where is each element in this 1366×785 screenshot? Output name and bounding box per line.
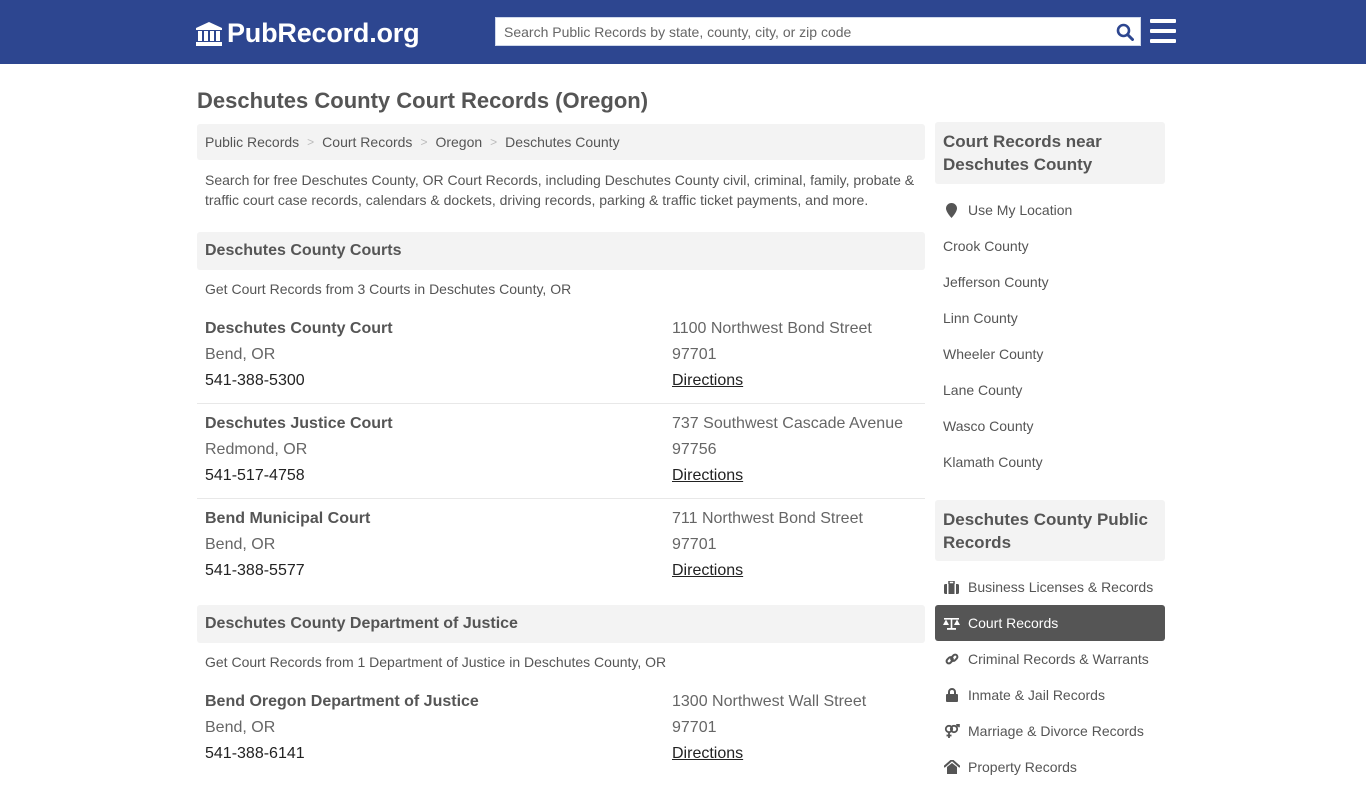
breadcrumb-separator: > [490, 135, 498, 149]
sidebar-item-label: Inmate & Jail Records [968, 687, 1105, 703]
directions-link[interactable]: Directions [672, 562, 743, 579]
record-zip: 97701 [672, 536, 717, 553]
record-address: 711 Northwest Bond Street [672, 510, 863, 527]
bank-icon [196, 21, 222, 46]
breadcrumb-separator: > [420, 135, 428, 149]
sidebar-public-records-heading: Deschutes County Public Records [935, 500, 1165, 561]
record-city: Redmond, OR [205, 441, 308, 458]
record-phone[interactable]: 541-517-4758 [205, 463, 393, 489]
nearby-county-link[interactable]: Lane County [935, 372, 1165, 408]
briefcase-icon [943, 579, 960, 595]
search-icon [1116, 23, 1134, 41]
sidebar-item-inmate-records[interactable]: Inmate & Jail Records [935, 677, 1165, 713]
sidebar-item-label: Criminal Records & Warrants [968, 651, 1149, 667]
record-phone[interactable]: 541-388-6141 [205, 741, 479, 767]
sidebar-item-label: Court Records [968, 615, 1059, 631]
directions-link[interactable]: Directions [672, 372, 743, 389]
record-phone[interactable]: 541-388-5300 [205, 368, 393, 394]
breadcrumb-oregon[interactable]: Oregon [435, 134, 482, 150]
breadcrumb-deschutes-county[interactable]: Deschutes County [505, 134, 619, 150]
record-name: Deschutes Justice Court [205, 415, 393, 432]
nearby-county-link[interactable]: Wheeler County [935, 336, 1165, 372]
link-icon [943, 651, 960, 667]
record-city: Bend, OR [205, 346, 276, 363]
menu-bar [1150, 19, 1176, 23]
top-navbar: PubRecord.org [0, 0, 1366, 64]
nearby-county-link[interactable]: Wasco County [935, 408, 1165, 444]
record-zip: 97756 [672, 441, 717, 458]
breadcrumb-public-records[interactable]: Public Records [205, 134, 299, 150]
record-phone[interactable]: 541-388-5577 [205, 558, 370, 584]
sidebar-item-property-records[interactable]: Property Records [935, 749, 1165, 785]
lock-icon [943, 687, 960, 703]
page-title: Deschutes County Court Records (Oregon) [197, 88, 649, 113]
menu-bar [1150, 29, 1176, 33]
menu-bar [1150, 39, 1176, 43]
section-heading-courts: Deschutes County Courts [197, 232, 925, 270]
site-logo[interactable]: PubRecord.org [195, 18, 420, 49]
record-city: Bend, OR [205, 536, 276, 553]
court-record: Deschutes County Court Bend, OR 541-388-… [197, 316, 925, 404]
logo-text: PubRecord.org [227, 18, 420, 48]
record-address: 1300 Northwest Wall Street [672, 693, 867, 710]
sidebar-item-label: Property Records [968, 759, 1077, 775]
use-my-location-link[interactable]: Use My Location [935, 192, 1165, 228]
record-zip: 97701 [672, 346, 717, 363]
breadcrumb: Public Records > Court Records > Oregon … [197, 124, 925, 160]
record-address: 1100 Northwest Bond Street [672, 320, 872, 337]
search-button[interactable] [1110, 18, 1140, 45]
sidebar-nearby-heading: Court Records near Deschutes County [935, 122, 1165, 184]
search-bar [495, 17, 1141, 46]
court-record: Bend Oregon Department of Justice Bend, … [197, 689, 925, 777]
record-name: Bend Oregon Department of Justice [205, 693, 479, 710]
sidebar-item-label: Marriage & Divorce Records [968, 723, 1144, 739]
directions-link[interactable]: Directions [672, 467, 743, 484]
sidebar-item-criminal-records[interactable]: Criminal Records & Warrants [935, 641, 1165, 677]
section-subtitle: Get Court Records from 1 Department of J… [205, 654, 667, 670]
record-zip: 97701 [672, 719, 717, 736]
record-name: Bend Municipal Court [205, 510, 371, 527]
map-marker-icon [943, 202, 960, 218]
nearby-county-link[interactable]: Jefferson County [935, 264, 1165, 300]
intro-text: Search for free Deschutes County, OR Cou… [205, 172, 915, 208]
sidebar-item-court-records[interactable]: Court Records [935, 605, 1165, 641]
nearby-county-link[interactable]: Crook County [935, 228, 1165, 264]
breadcrumb-separator: > [307, 135, 315, 149]
scale-icon [943, 615, 960, 631]
sidebar-item-label: Business Licenses & Records [968, 579, 1154, 595]
use-my-location-label: Use My Location [968, 202, 1073, 218]
nearby-county-link[interactable]: Linn County [935, 300, 1165, 336]
section-subtitle: Get Court Records from 3 Courts in Desch… [205, 281, 572, 297]
court-record: Deschutes Justice Court Redmond, OR 541-… [197, 411, 925, 499]
record-name: Deschutes County Court [205, 320, 393, 337]
sidebar-item-marriage-records[interactable]: Marriage & Divorce Records [935, 713, 1165, 749]
record-address: 737 Southwest Cascade Avenue [672, 415, 903, 432]
nearby-county-link[interactable]: Klamath County [935, 444, 1165, 480]
record-city: Bend, OR [205, 719, 276, 736]
hamburger-menu-button[interactable] [1150, 19, 1176, 43]
sidebar-item-business-licenses[interactable]: Business Licenses & Records [935, 569, 1165, 605]
breadcrumb-court-records[interactable]: Court Records [322, 134, 412, 150]
court-record: Bend Municipal Court Bend, OR 541-388-55… [197, 506, 925, 594]
search-input[interactable] [496, 18, 1110, 45]
directions-link[interactable]: Directions [672, 745, 743, 762]
section-heading-department-of-justice: Deschutes County Department of Justice [197, 605, 925, 643]
home-icon [943, 759, 960, 775]
venus-mars-icon [943, 723, 960, 739]
